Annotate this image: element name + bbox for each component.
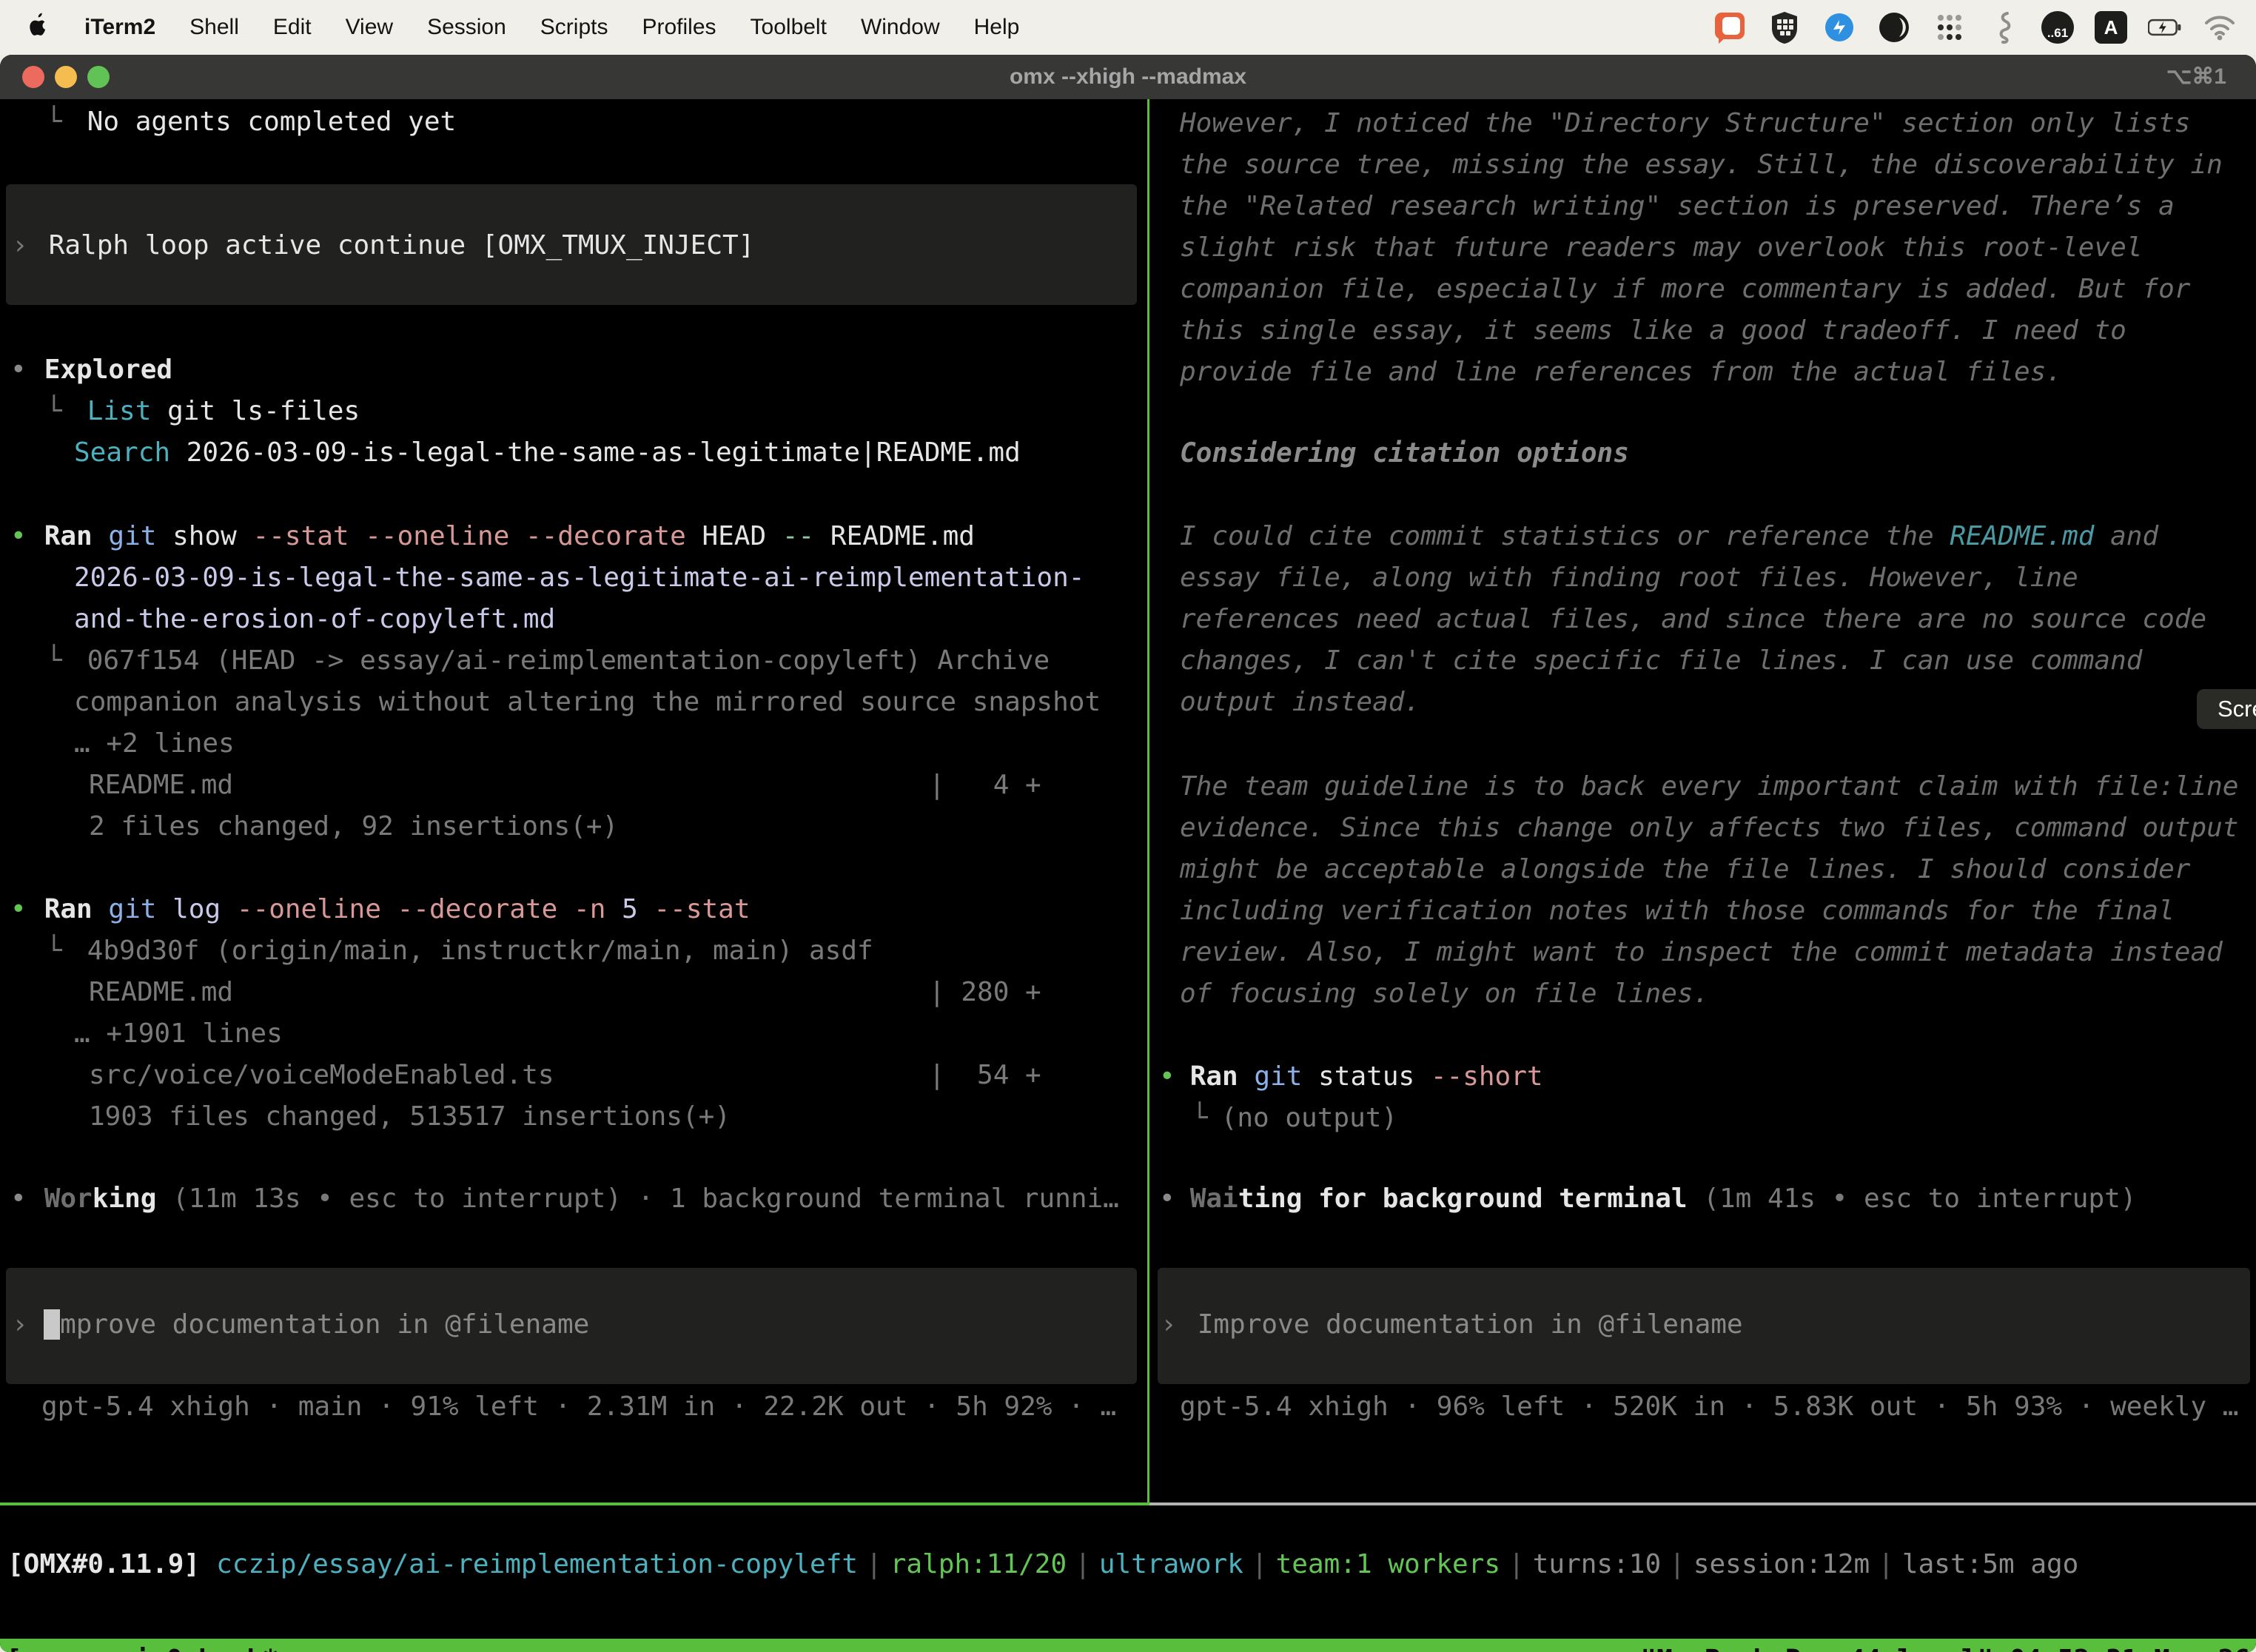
wifi-icon[interactable] [2203,10,2237,44]
readme-link[interactable]: README.md [1950,521,2094,551]
menu-bar-left: iTerm2 Shell Edit View Session Scripts P… [0,13,1019,42]
inject-box: ›Ralph loop active continue [OMX_TMUX_IN… [6,184,1137,305]
tmux-session-label[interactable]: [omx-cczip0:bash* [6,1639,278,1652]
omx-ralph: ralph:11/20 [890,1549,1067,1579]
git-log-out1: └4b9d30f (origin/main, instructkr/main, … [46,930,873,972]
omx-team: team:1 workers [1276,1549,1500,1579]
menu-profiles[interactable]: Profiles [642,15,716,40]
git-show-stat-row: README.md| 4 + [89,765,1125,806]
menu-scripts[interactable]: Scripts [540,15,608,40]
menu-bar-status-icons: ..61 A [1713,10,2256,44]
git-show-more[interactable]: … +2 lines [74,723,235,765]
omx-session: session:12m [1693,1549,1870,1579]
git-log-more[interactable]: … +1901 lines [74,1013,283,1055]
menu-session[interactable]: Session [427,15,506,40]
explored-list-line: └List git ls-files [46,391,360,432]
git-show-arg2: and-the-erosion-of-copyleft.md [74,599,555,640]
shield-grid-icon[interactable] [1767,10,1802,44]
prompt-input-right[interactable]: ›Improve documentation in @filename [1158,1268,2250,1384]
battery-icon[interactable] [2148,10,2182,44]
menu-edit[interactable]: Edit [273,15,312,40]
git-show-summary: 2 files changed, 92 insertions(+) [89,806,618,847]
git-show-out2: companion analysis without altering the … [74,682,1101,723]
squiggle-icon[interactable] [1987,10,2021,44]
git-status-command: •Ran git status --short [1159,1056,1543,1098]
agents-note: └No agents completed yet [46,101,456,143]
explored-search-line: Search 2026-03-09-is-legal-the-same-as-l… [74,432,1021,474]
window-title: omx --xhigh --madmax [0,55,2256,99]
count-badge-icon[interactable]: ..61 [2041,11,2074,44]
window-shortcut-badge: ⌥⌘1 [2166,55,2226,99]
model-status-left: gpt-5.4 xhigh · main · 91% left · 2.31M … [41,1386,1116,1428]
git-log-summary: 1903 files changed, 513517 insertions(+) [89,1096,731,1138]
window-title-bar[interactable]: omx --xhigh --madmax ⌥⌘1 [0,55,2256,99]
git-log-stat-row1: README.md| 280 + [89,972,1125,1013]
omx-ultrawork: ultrawork [1099,1549,1243,1579]
model-status-right: gpt-5.4 xhigh · 96% left · 520K in · 5.8… [1180,1386,2238,1428]
right-pane[interactable]: However, I noticed the "Directory Struct… [1155,99,2256,1502]
pane-bottom-border-left [0,1502,1149,1505]
git-show-command: •Ran git show --stat --oneline --decorat… [10,516,975,557]
git-status-out: └(no output) [1192,1098,1397,1139]
screen-tooltip: Scre [2197,689,2256,729]
text-cursor: I [44,1309,60,1340]
terminal: └No agents completed yet ›Ralph loop act… [0,99,2256,1652]
omx-path: cczip/essay/ai-reimplementation-copyleft [200,1549,858,1579]
git-log-stat-row2: src/voice/voiceModeEnabled.ts| 54 + [89,1055,1125,1096]
menu-window[interactable]: Window [861,15,940,40]
iterm-window: omx --xhigh --madmax ⌥⌘1 └No agents comp… [0,55,2256,1652]
omx-turns: turns:10 [1533,1549,1661,1579]
working-status-line: •Working (11m 13s • esc to interrupt) · … [10,1178,1119,1220]
dark-crescent-icon[interactable] [1877,10,1911,44]
omx-last: last:5m ago [1902,1549,2078,1579]
omx-status-line: [OMX#0.11.9]cczip/essay/ai-reimplementat… [7,1544,2078,1585]
tmux-status-bar: [omx-cczip0:bash* "MacBook-Pro-44.local"… [0,1639,2256,1652]
git-show-arg1: 2026-03-09-is-legal-the-same-as-legitima… [74,557,1084,599]
git-show-out1: └067f154 (HEAD -> essay/ai-reimplementat… [46,640,1050,682]
menu-shell[interactable]: Shell [189,15,239,40]
pane-bottom-border-right [1149,1502,2256,1505]
menu-help[interactable]: Help [974,15,1020,40]
menu-bar: iTerm2 Shell Edit View Session Scripts P… [0,0,2256,55]
prompt-input-left[interactable]: › Improve documentation in @filename [6,1268,1137,1384]
screen: iTerm2 Shell Edit View Session Scripts P… [0,0,2256,1652]
thinking-paragraph-3: The team guideline is to back every impo… [1180,766,2238,1015]
blue-badge-icon[interactable] [1822,10,1856,44]
menu-toolbelt[interactable]: Toolbelt [751,15,827,40]
thinking-paragraph-1: However, I noticed the "Directory Struct… [1180,103,2223,393]
menu-iterm2[interactable]: iTerm2 [84,15,155,40]
left-pane[interactable]: └No agents completed yet ›Ralph loop act… [0,99,1147,1502]
apple-menu-icon[interactable] [25,13,50,42]
chat-app-icon[interactable] [1713,10,1747,44]
git-log-command: •Ran git log --oneline --decorate -n 5 -… [10,889,751,930]
dots-grid-icon[interactable] [1932,10,1966,44]
waiting-status-line: •Waiting for background terminal (1m 41s… [1159,1178,2136,1220]
explored-header: •Explored [10,349,172,391]
keyboard-layout-icon[interactable]: A [2095,11,2127,44]
thinking-paragraph-2-line1: I could cite commit statistics or refere… [1180,516,2158,557]
thinking-heading: Considering citation options [1180,433,1629,474]
omx-version: [OMX#0.11.9] [7,1549,200,1579]
tmux-host-clock: "MacBook-Pro-44.local" 04:52 31-Mar-26 [1640,1639,2250,1652]
thinking-paragraph-2-rest: essay file, along with finding root file… [1180,557,2206,723]
pane-divider[interactable] [1147,99,1149,1505]
menu-view[interactable]: View [346,15,393,40]
